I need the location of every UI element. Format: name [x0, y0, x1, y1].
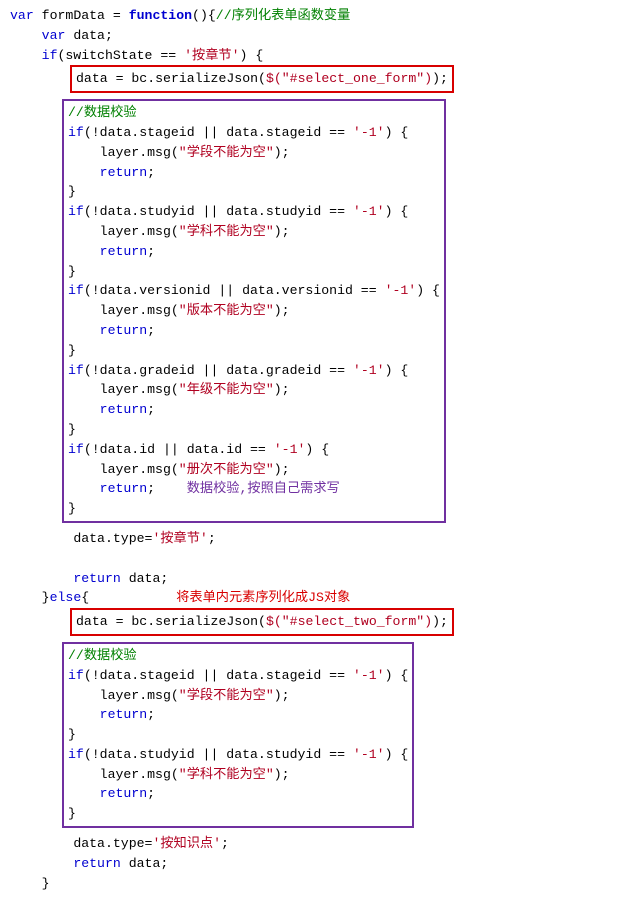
jquery-dollar: $(	[266, 71, 282, 86]
comment: //序列化表单函数变量	[216, 8, 351, 23]
highlight-box-serialize-two: data = bc.serializeJson($("#select_two_f…	[70, 608, 454, 636]
highlight-box-serialize-one: data = bc.serializeJson($("#select_one_f…	[70, 65, 454, 93]
comment: //数据校验	[68, 648, 137, 663]
comment: //数据校验	[68, 105, 137, 120]
annotation-serialize: 将表单内元素序列化成JS对象	[176, 590, 350, 605]
kw-function: function	[129, 8, 192, 23]
annotation-validate: 数据校验,按照自己需求写	[187, 481, 340, 496]
highlight-box-validate-one: //数据校验 if(!data.stageid || data.stageid …	[62, 99, 446, 523]
highlight-box-validate-two: //数据校验 if(!data.stageid || data.stageid …	[62, 642, 414, 828]
kw-var: var	[10, 8, 34, 23]
code-block: var formData = function(){//序列化表单函数变量 va…	[10, 6, 630, 65]
